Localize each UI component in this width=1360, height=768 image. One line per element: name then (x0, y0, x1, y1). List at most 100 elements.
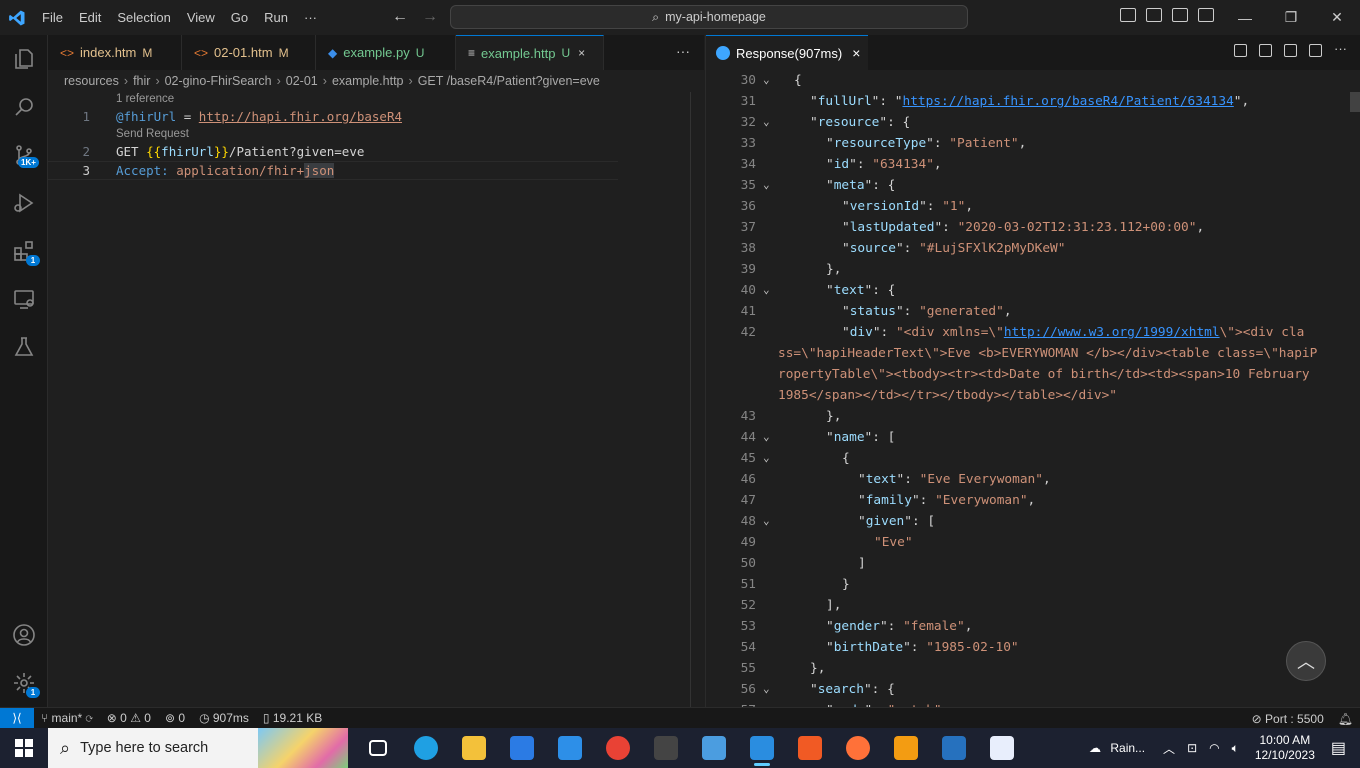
response-time[interactable]: ◷ 907ms (192, 711, 256, 725)
clock[interactable]: 10:00 AM 12/10/2023 (1245, 733, 1325, 763)
split-editor-icon[interactable] (1309, 44, 1322, 57)
editor-tab[interactable]: <> index.htm M (48, 35, 182, 70)
codelens-references[interactable]: 1 reference (116, 93, 174, 105)
menu-item[interactable]: Selection (109, 10, 178, 25)
line-number: 31 (740, 94, 756, 109)
breadcrumb-item[interactable]: resources (64, 74, 119, 88)
customize-layout-icon[interactable] (1198, 8, 1214, 22)
breadcrumb-item[interactable]: GET /baseR4/Patient?given=eve (418, 74, 600, 88)
branch-indicator[interactable]: ⑂ main* ⟳ (34, 711, 100, 725)
toggle-secondary-sidebar-icon[interactable] (1172, 8, 1188, 22)
extensions-icon[interactable]: 1 (0, 227, 48, 275)
volume-icon[interactable]: 🔈︎ (1226, 741, 1245, 756)
source-control-icon[interactable]: 1K+ (0, 131, 48, 179)
copy-icon[interactable] (1284, 44, 1297, 57)
breadcrumb-item[interactable]: example.http (332, 74, 404, 88)
json-string: "<div xmlns=\" (895, 325, 1004, 340)
menu-item[interactable]: Go (223, 10, 256, 25)
taskbar-search[interactable]: ⌕ Type here to search (48, 728, 348, 768)
tray-chevron-icon[interactable]: ︿ (1157, 740, 1181, 757)
toggle-primary-sidebar-icon[interactable] (1120, 8, 1136, 22)
weather-widget[interactable]: ☁ Rain... (1083, 741, 1157, 755)
close-window-button[interactable]: ✕ (1314, 0, 1360, 35)
tab-response[interactable]: Response(907ms) × (706, 35, 868, 70)
menu-item[interactable]: Run (256, 10, 296, 25)
variable-name: @fhirUrl (116, 109, 177, 124)
start-button[interactable] (0, 728, 48, 768)
dict-icon[interactable] (978, 728, 1026, 768)
command-center-search[interactable]: ⌕ my-api-homepage (450, 5, 968, 29)
json-punct: " (858, 514, 866, 529)
live-server-port[interactable]: ⊘ Port : 5500 (1245, 712, 1331, 726)
send-request-link[interactable]: Send Request (116, 128, 189, 140)
json-key: name (833, 430, 865, 445)
brave-icon[interactable] (786, 728, 834, 768)
accounts-icon[interactable] (0, 611, 48, 659)
save-body-icon[interactable] (1259, 44, 1272, 57)
control-panel-icon[interactable] (690, 728, 738, 768)
firefox-icon[interactable] (834, 728, 882, 768)
editor-tab[interactable]: <> 02-01.htm M (182, 35, 316, 70)
back-arrow-icon[interactable]: ← (392, 8, 408, 26)
sublime-icon[interactable] (882, 728, 930, 768)
menu-item[interactable]: Edit (71, 10, 109, 25)
scrollbar-thumb[interactable] (1350, 92, 1360, 112)
fold-chevron-icon[interactable]: ⌄ (763, 451, 770, 464)
fold-chevron-icon[interactable]: ⌄ (763, 115, 770, 128)
ports-indicator[interactable]: ⊚ 0 (158, 711, 192, 725)
more-actions-icon[interactable]: ··· (1334, 42, 1347, 57)
fold-chevron-icon[interactable]: ⌄ (763, 430, 770, 443)
minimize-button[interactable]: — (1222, 0, 1268, 35)
json-link[interactable]: http://www.w3.org/1999/xhtml (1004, 325, 1220, 340)
notification-center-icon[interactable]: ▤ (1325, 738, 1360, 758)
explorer-icon[interactable] (0, 35, 48, 83)
restore-button[interactable]: ❐ (1268, 0, 1314, 35)
scroll-to-top-button[interactable]: ︿ (1286, 641, 1326, 681)
vscode-icon[interactable] (738, 728, 786, 768)
breadcrumb-item[interactable]: fhir (133, 74, 150, 88)
json-punct: } (842, 577, 850, 592)
powershell-icon[interactable] (930, 728, 978, 768)
save-response-icon[interactable] (1234, 44, 1247, 57)
remote-indicator-icon[interactable]: ⟩⟨ (0, 707, 34, 729)
breadcrumb-item[interactable]: 02-gino-FhirSearch (165, 74, 272, 88)
problems-indicator[interactable]: ⊗ 0 ⚠ 0 (100, 711, 158, 725)
forward-arrow-icon[interactable]: → (422, 8, 438, 26)
run-debug-icon[interactable] (0, 179, 48, 227)
chrome-icon[interactable] (594, 728, 642, 768)
minimap[interactable] (690, 92, 704, 707)
remote-explorer-icon[interactable] (0, 275, 48, 323)
task-view-icon[interactable] (354, 728, 402, 768)
search-sidebar-icon[interactable] (0, 83, 48, 131)
testing-icon[interactable] (0, 323, 48, 371)
manage-gear-icon[interactable]: 1 (0, 659, 48, 707)
mail-icon[interactable] (546, 728, 594, 768)
terminal-icon[interactable] (642, 728, 690, 768)
store-icon[interactable] (498, 728, 546, 768)
base-url[interactable]: http://hapi.fhir.org/baseR4 (199, 109, 402, 124)
json-link[interactable]: https://hapi.fhir.org/baseR4/Patient/634… (902, 94, 1233, 109)
toggle-panel-icon[interactable] (1146, 8, 1162, 22)
more-actions-icon[interactable]: ··· (676, 43, 690, 59)
fold-chevron-icon[interactable]: ⌄ (763, 514, 770, 527)
editor-tab[interactable]: ≡ example.http U × (456, 35, 604, 70)
menu-item[interactable]: View (179, 10, 223, 25)
json-text: "given": [ (858, 514, 935, 529)
file-explorer-icon[interactable] (450, 728, 498, 768)
close-tab-icon[interactable]: × (852, 45, 860, 61)
response-size[interactable]: ▯ 19.21 KB (256, 711, 329, 725)
network-icon[interactable]: ◠ (1203, 741, 1225, 755)
close-tab-icon[interactable]: × (578, 46, 585, 60)
menu-item[interactable]: File (34, 10, 71, 25)
editor-tab[interactable]: ◆ example.py U (316, 35, 456, 70)
notifications-bell-icon[interactable]: 🔔︎ (1331, 712, 1360, 726)
breadcrumb-item[interactable]: 02-01 (286, 74, 318, 88)
json-punct: ": (934, 220, 958, 235)
fold-chevron-icon[interactable]: ⌄ (763, 682, 770, 695)
fold-chevron-icon[interactable]: ⌄ (763, 73, 770, 86)
fold-chevron-icon[interactable]: ⌄ (763, 178, 770, 191)
meet-now-icon[interactable]: ⊡ (1181, 741, 1203, 755)
fold-chevron-icon[interactable]: ⌄ (763, 283, 770, 296)
menu-item[interactable]: ··· (296, 10, 325, 25)
edge-icon[interactable] (402, 728, 450, 768)
